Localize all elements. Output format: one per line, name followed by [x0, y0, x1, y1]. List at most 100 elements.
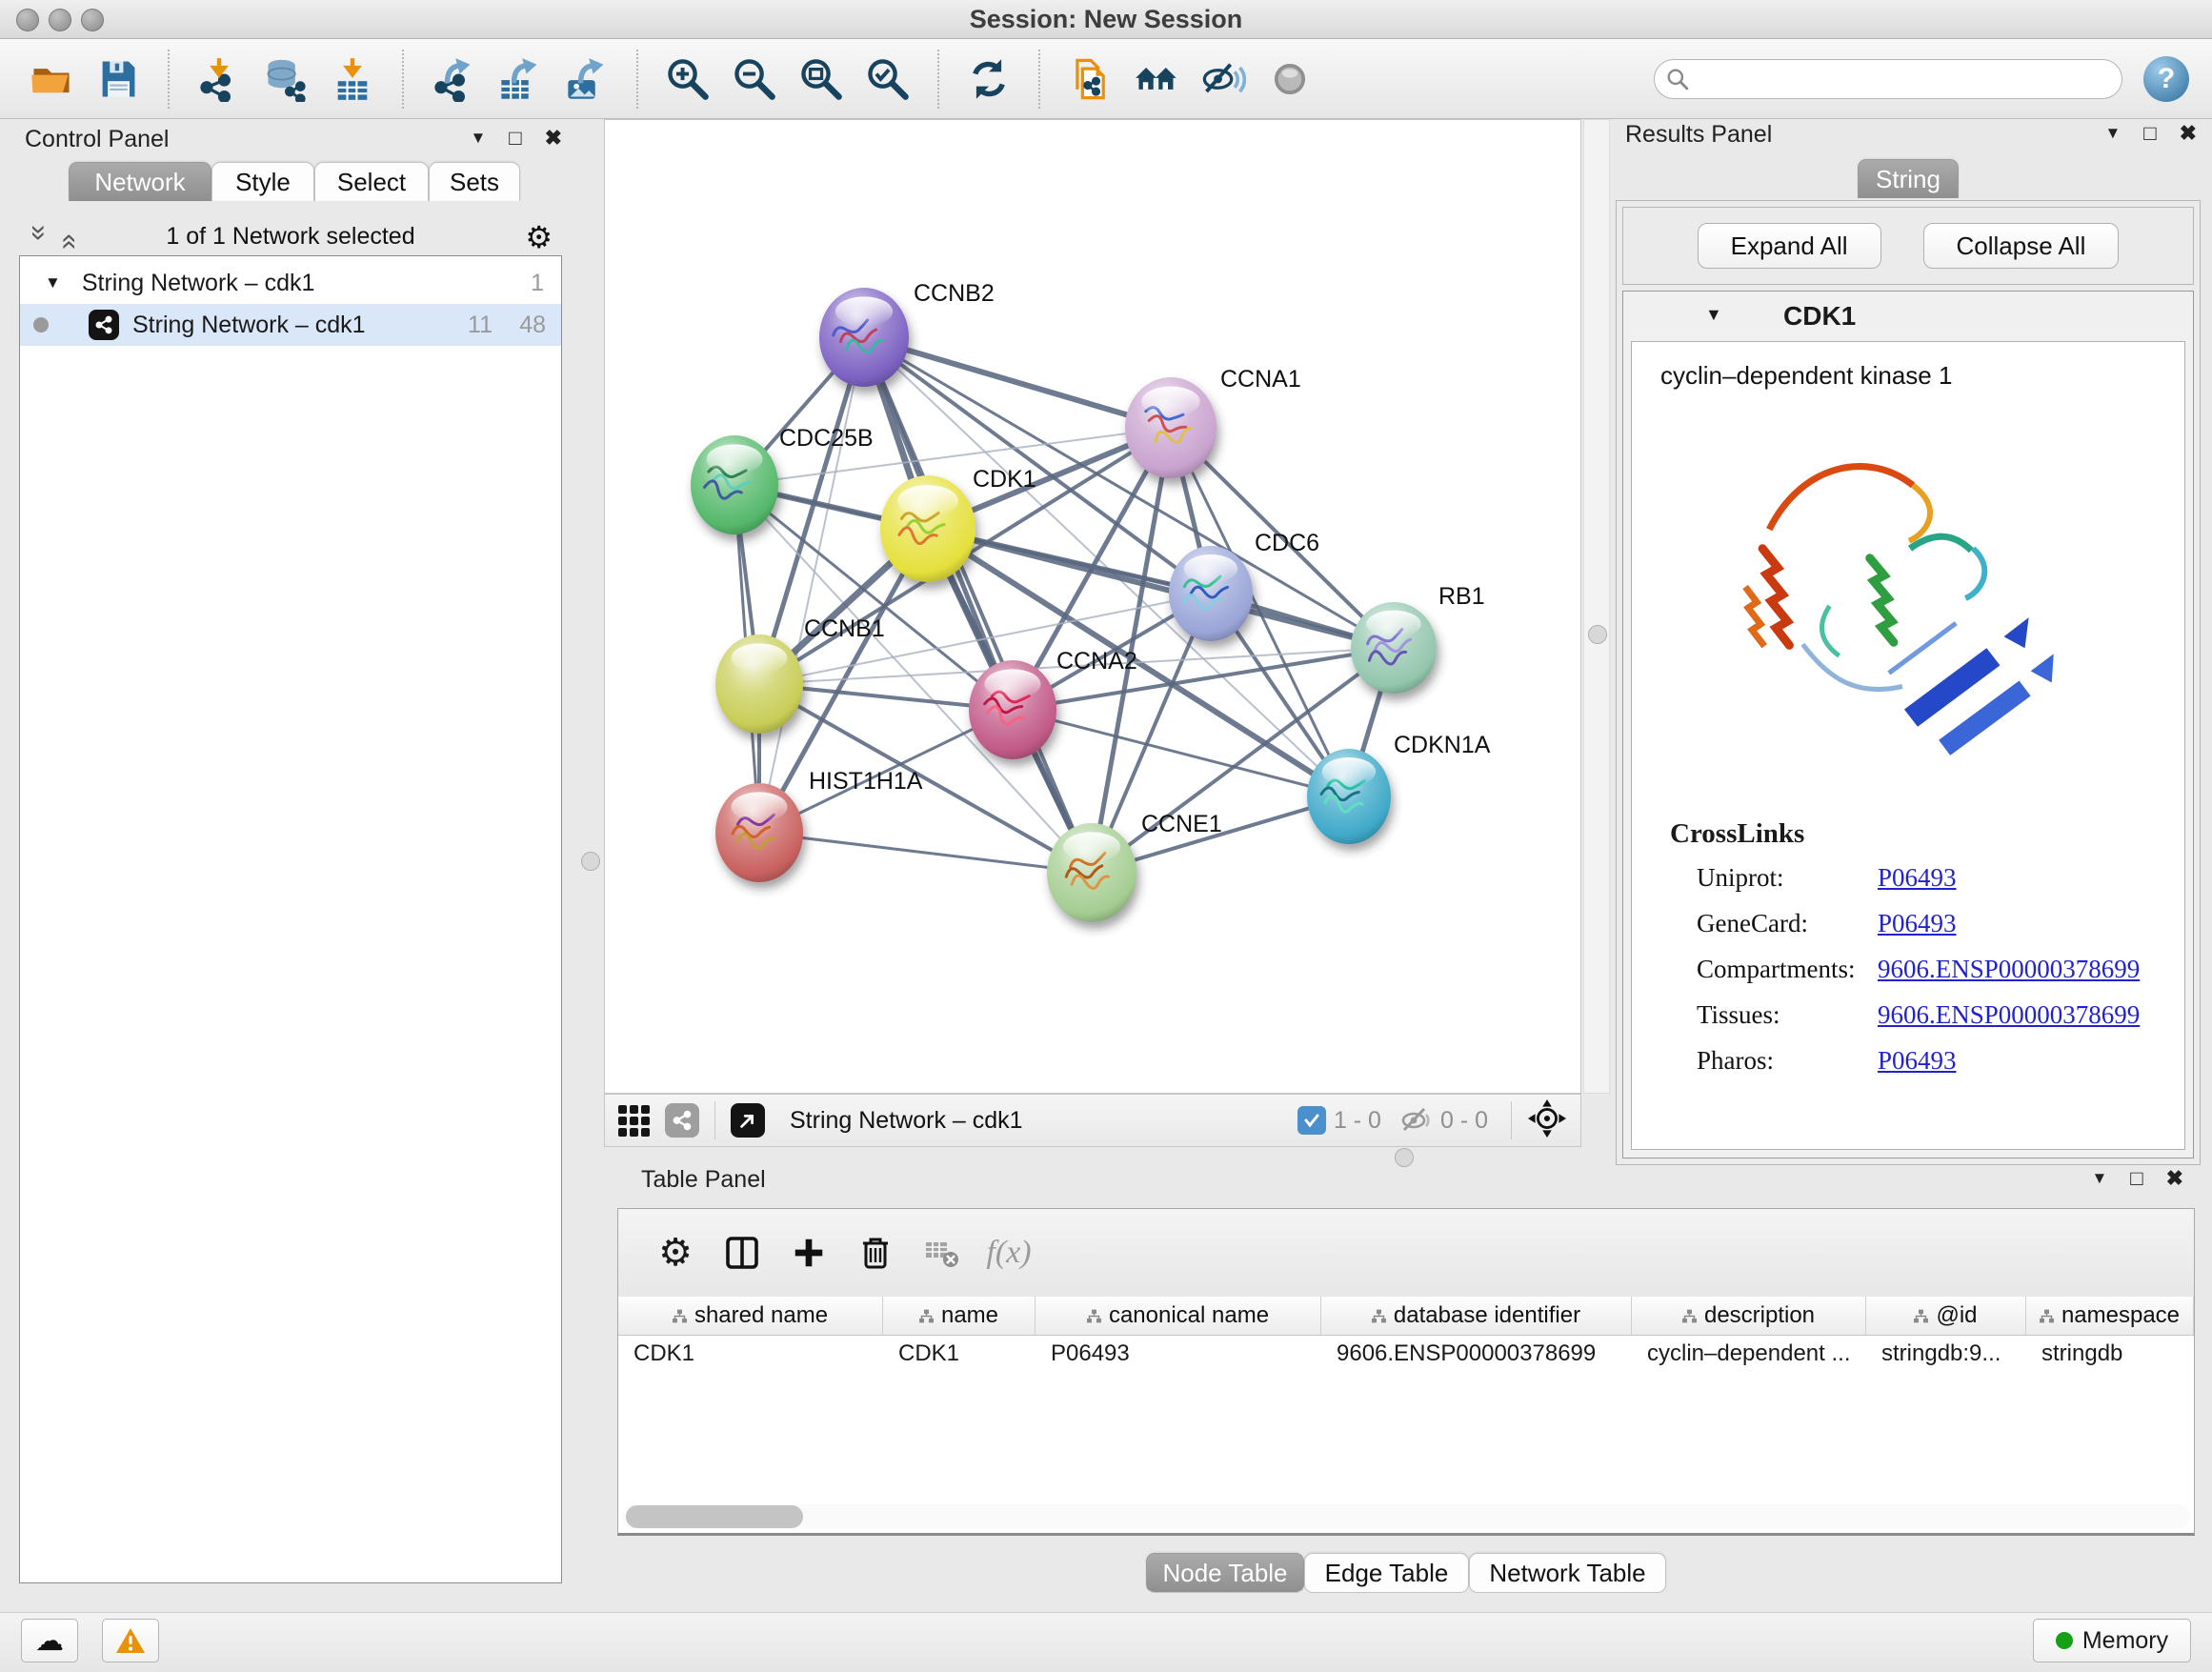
zoom-fit-icon[interactable] — [793, 50, 850, 109]
table-close-icon[interactable]: ✖ — [2166, 1166, 2183, 1191]
export-network-icon[interactable] — [425, 50, 482, 109]
import-database-icon[interactable] — [257, 50, 314, 109]
zoom-selected-icon[interactable] — [859, 50, 916, 109]
tab-style[interactable]: Style — [211, 162, 314, 201]
table-settings-gear-icon[interactable]: ⚙ — [653, 1230, 698, 1276]
delete-column-trash-icon[interactable] — [853, 1230, 898, 1276]
column-header-canonical-name[interactable]: canonical name — [1036, 1297, 1321, 1335]
memory-button[interactable]: Memory — [2033, 1619, 2191, 1662]
network-node-CDC25B[interactable] — [691, 435, 778, 534]
search-input[interactable] — [1689, 65, 2110, 93]
import-table-icon[interactable] — [324, 50, 381, 109]
birdseye-grid-icon[interactable] — [618, 1105, 650, 1137]
network-options-gear-icon[interactable]: ⚙ — [525, 219, 553, 255]
warning-icon — [114, 1626, 147, 1655]
column-header-database-identifier[interactable]: database identifier — [1321, 1297, 1632, 1335]
help-button[interactable]: ? — [2143, 56, 2189, 102]
network-node-CDKN1A[interactable] — [1307, 749, 1391, 844]
node-label-CDC25B: CDC25B — [779, 425, 874, 452]
network-node-CCNE1[interactable] — [1047, 823, 1136, 922]
network-tree-root-row[interactable]: ▼ String Network – cdk1 1 — [20, 262, 561, 304]
save-session-icon[interactable] — [90, 50, 147, 109]
right-splitter-handle[interactable] — [1588, 625, 1607, 644]
column-header--id[interactable]: @id — [1866, 1297, 2026, 1335]
results-close-icon[interactable]: ✖ — [2180, 121, 2197, 146]
import-network-icon[interactable] — [191, 50, 248, 109]
network-edge — [759, 833, 1092, 873]
network-node-CDC6[interactable] — [1169, 546, 1253, 641]
zoom-in-icon[interactable] — [659, 50, 716, 109]
network-node-CCNA1[interactable] — [1125, 377, 1217, 478]
cloud-status-button[interactable]: ☁ — [21, 1619, 78, 1662]
tab-network[interactable]: Network — [69, 162, 211, 201]
network-type-icon — [89, 310, 119, 340]
show-all-icon[interactable] — [1261, 50, 1318, 109]
crosslink-link[interactable]: P06493 — [1878, 1046, 1957, 1076]
refresh-icon[interactable] — [960, 50, 1017, 109]
tab-network-table[interactable]: Network Table — [1469, 1553, 1666, 1593]
selected-items-checkbox[interactable] — [1297, 1106, 1326, 1135]
tab-sets[interactable]: Sets — [429, 162, 520, 201]
table-panel: Table Panel ▼ □ ✖ ⚙ f(x) shared namename… — [610, 1164, 2202, 1612]
node-label-CDKN1A: CDKN1A — [1394, 732, 1491, 758]
export-table-icon[interactable] — [492, 50, 549, 109]
table-menu-icon[interactable]: ▼ — [2091, 1169, 2107, 1188]
network-view-toolbar: String Network – cdk1 1 - 0 0 - 0 — [604, 1094, 1581, 1147]
table-row[interactable]: CDK1CDK1P064939606.ENSP00000378699cyclin… — [618, 1335, 2194, 1373]
hide-selected-icon[interactable] — [1195, 50, 1252, 109]
zoom-out-icon[interactable] — [726, 50, 783, 109]
network-node-RB1[interactable] — [1351, 602, 1437, 694]
node-label-CDK1: CDK1 — [973, 466, 1036, 493]
network-status-dot — [33, 317, 49, 332]
duplicate-network-icon[interactable] — [1061, 50, 1118, 109]
left-splitter-handle[interactable] — [581, 852, 600, 871]
table-header-row: shared namenamecanonical namedatabase id… — [618, 1297, 2194, 1336]
tab-string[interactable]: String — [1858, 159, 1959, 198]
toolbar-separator — [402, 50, 404, 109]
network-node-CDK1[interactable] — [880, 475, 975, 582]
network-share-icon[interactable] — [665, 1103, 699, 1138]
first-neighbors-icon[interactable] — [1128, 50, 1185, 109]
panel-close-icon[interactable]: ✖ — [545, 126, 562, 151]
tab-select[interactable]: Select — [314, 162, 429, 201]
tree-expander-icon[interactable]: ▼ — [45, 273, 61, 292]
scrollbar-thumb[interactable] — [626, 1505, 803, 1528]
column-header-description[interactable]: description — [1632, 1297, 1866, 1335]
network-node-CCNA2[interactable] — [969, 660, 1056, 759]
results-menu-icon[interactable]: ▼ — [2104, 124, 2121, 143]
section-expander-icon[interactable]: ▼ — [1705, 305, 1722, 325]
collapse-all-button[interactable]: Collapse All — [1923, 223, 2120, 269]
panel-menu-icon[interactable]: ▼ — [470, 129, 486, 148]
open-session-icon[interactable] — [23, 50, 80, 109]
network-tree-row[interactable]: String Network – cdk1 11 48 — [20, 304, 561, 346]
crosslink-link[interactable]: P06493 — [1878, 909, 1957, 938]
network-node-CCNB1[interactable] — [715, 635, 803, 734]
tab-node-table[interactable]: Node Table — [1146, 1553, 1304, 1593]
results-panel: Results Panel ▼ □ ✖ String Expand All Co… — [1612, 119, 2204, 1167]
add-column-icon[interactable] — [786, 1230, 832, 1276]
column-header-shared-name[interactable]: shared name — [618, 1297, 883, 1335]
column-header-namespace[interactable]: namespace — [2026, 1297, 2194, 1335]
column-header-name[interactable]: name — [883, 1297, 1036, 1335]
expand-all-button[interactable]: Expand All — [1698, 223, 1881, 269]
crosslink-link[interactable]: 9606.ENSP00000378699 — [1878, 955, 2140, 984]
results-float-icon[interactable]: □ — [2143, 121, 2156, 146]
table-horizontal-scrollbar[interactable] — [622, 1504, 2190, 1529]
search-box[interactable] — [1654, 59, 2122, 99]
open-in-new-window-icon[interactable] — [731, 1103, 765, 1138]
tab-edge-table[interactable]: Edge Table — [1304, 1553, 1469, 1593]
network-node-CCNB2[interactable] — [819, 288, 909, 387]
warnings-button[interactable] — [102, 1619, 159, 1662]
right-splitter[interactable] — [1583, 119, 1610, 1094]
network-selection-bar: » » 1 of 1 Network selected ⚙ — [11, 219, 570, 255]
crosslink-link[interactable]: 9606.ENSP00000378699 — [1878, 1000, 2140, 1030]
fit-selected-crosshair-icon[interactable] — [1527, 1098, 1567, 1143]
show-columns-icon[interactable] — [719, 1230, 765, 1276]
table-float-icon[interactable]: □ — [2130, 1166, 2142, 1191]
crosslink-link[interactable]: P06493 — [1878, 863, 1957, 893]
network-canvas[interactable]: CCNB2CCNA1CDC25BCDK1CDC6RB1CCNB1CCNA2CDK… — [604, 119, 1581, 1094]
node-result-header[interactable]: ▼ CDK1 — [1623, 292, 2193, 341]
network-node-HIST1H1A[interactable] — [715, 783, 803, 882]
export-image-icon[interactable] — [558, 50, 615, 109]
panel-float-icon[interactable]: □ — [509, 126, 521, 151]
